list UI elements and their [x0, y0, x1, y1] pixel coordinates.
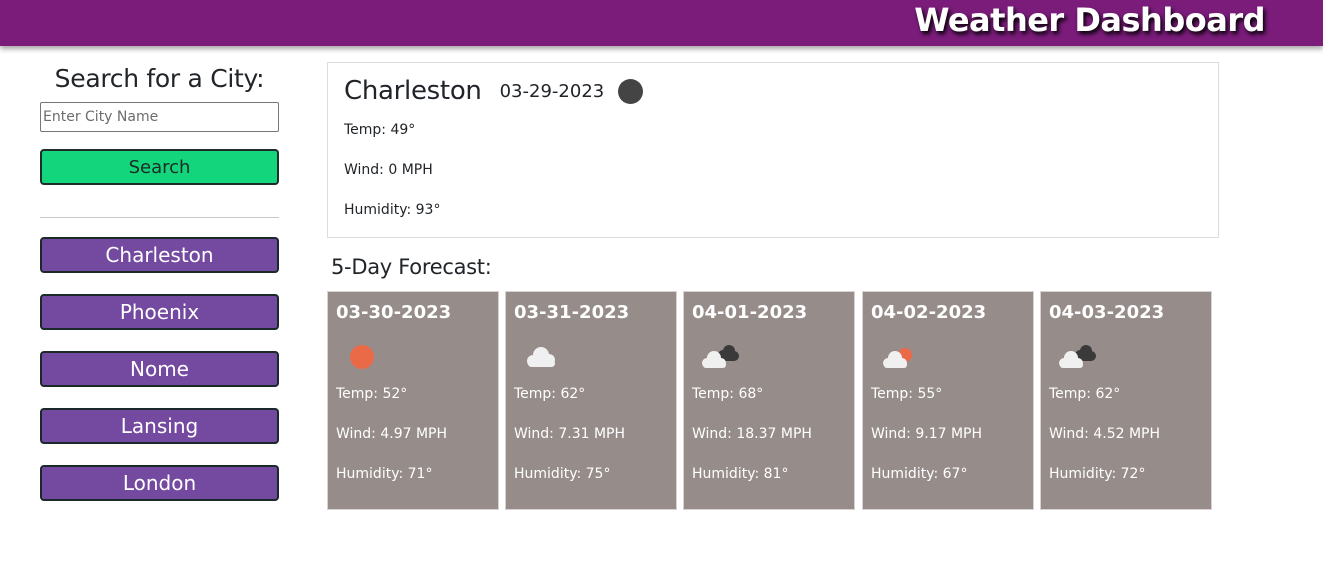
broken-clouds-icon: [1059, 345, 1096, 368]
forecast-card: 03-30-2023 Temp: 52° Wind: 4.97 MPH Humi…: [327, 291, 499, 510]
forecast-date: 04-01-2023: [692, 302, 808, 323]
forecast-card: 04-01-2023 Temp: 68° Wind: 18.37 MPH Hum…: [683, 291, 855, 510]
forecast-date: 03-30-2023: [336, 302, 452, 323]
search-sidebar: Search for a City: Search Charleston Pho…: [40, 62, 279, 522]
forecast-temp: Temp: 62°: [514, 386, 586, 402]
forecast-humidity: Humidity: 71°: [336, 466, 433, 482]
forecast-card: 03-31-2023 Temp: 62° Wind: 7.31 MPH Humi…: [505, 291, 677, 510]
forecast-date: 03-31-2023: [514, 302, 630, 323]
current-weather-card: Charleston 03-29-2023 Temp: 49° Wind: 0 …: [327, 62, 1219, 238]
history-city-button[interactable]: Lansing: [40, 408, 279, 444]
forecast-date: 04-03-2023: [1049, 302, 1165, 323]
history-city-button[interactable]: Nome: [40, 351, 279, 387]
forecast-humidity: Humidity: 67°: [871, 466, 968, 482]
forecast-temp: Temp: 62°: [1049, 386, 1121, 402]
search-button[interactable]: Search: [40, 149, 279, 185]
forecast-humidity: Humidity: 72°: [1049, 466, 1146, 482]
forecast-date: 04-02-2023: [871, 302, 987, 323]
forecast-wind: Wind: 4.52 MPH: [1049, 426, 1161, 442]
forecast-card: 04-02-2023 Temp: 55° Wind: 9.17 MPH Humi…: [862, 291, 1034, 510]
forecast-humidity: Humidity: 75°: [514, 466, 611, 482]
current-weather-title-row: Charleston 03-29-2023: [344, 73, 644, 109]
current-wind: Wind: 0 MPH: [344, 162, 433, 178]
broken-clouds-icon: [702, 345, 739, 368]
forecast-wind: Wind: 4.97 MPH: [336, 426, 448, 442]
forecast-temp: Temp: 55°: [871, 386, 943, 402]
sun-icon: [350, 345, 374, 369]
current-temp: Temp: 49°: [344, 122, 416, 138]
forecast-humidity: Humidity: 81°: [692, 466, 789, 482]
history-city-button[interactable]: London: [40, 465, 279, 501]
forecast-wind: Wind: 18.37 MPH: [692, 426, 812, 442]
forecast-heading: 5-Day Forecast:: [331, 255, 492, 279]
search-history-list: Charleston Phoenix Nome Lansing London: [40, 237, 279, 501]
current-humidity: Humidity: 93°: [344, 202, 441, 218]
cloud-icon: [527, 347, 555, 367]
forecast-wind: Wind: 9.17 MPH: [871, 426, 983, 442]
moon-icon: [618, 78, 644, 104]
history-city-button[interactable]: Charleston: [40, 237, 279, 273]
current-city-name: Charleston: [344, 76, 482, 106]
history-city-button[interactable]: Phoenix: [40, 294, 279, 330]
current-date: 03-29-2023: [499, 80, 605, 102]
sidebar-divider: [40, 217, 279, 218]
city-search-input[interactable]: [40, 102, 279, 132]
partly-cloudy-icon: [883, 348, 912, 368]
forecast-wind: Wind: 7.31 MPH: [514, 426, 626, 442]
search-heading: Search for a City:: [54, 64, 265, 93]
forecast-temp: Temp: 68°: [692, 386, 764, 402]
app-header: Weather Dashboard: [0, 0, 1323, 46]
app-title: Weather Dashboard: [914, 1, 1265, 39]
forecast-card: 04-03-2023 Temp: 62° Wind: 4.52 MPH Humi…: [1040, 291, 1212, 510]
forecast-temp: Temp: 52°: [336, 386, 408, 402]
